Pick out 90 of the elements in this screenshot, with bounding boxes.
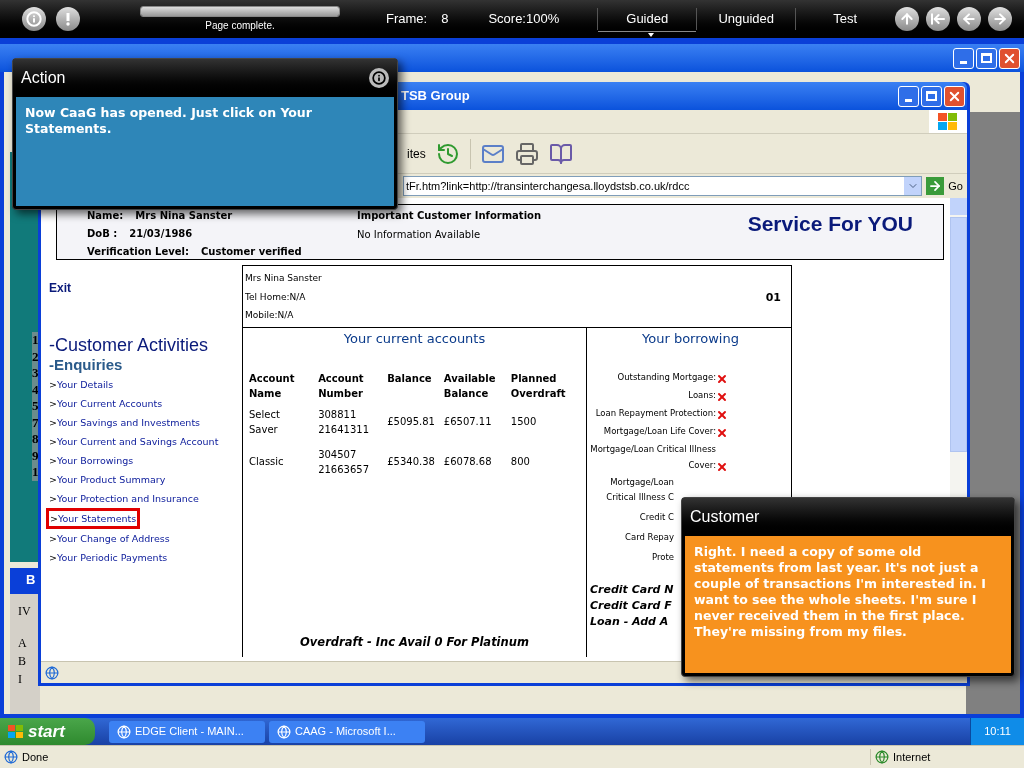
section-heading: -Customer Activities: [49, 335, 210, 355]
customer-code: 01: [765, 290, 781, 306]
row-number: 3: [32, 365, 40, 382]
column-header: Available Balance: [443, 371, 497, 401]
table-cell-text: £5095.81: [387, 415, 435, 429]
field-label: Name:: [87, 209, 124, 223]
customer-detail: Mobile:N/A: [245, 309, 295, 322]
favorites-label[interactable]: ites: [407, 144, 426, 163]
field-label: Verification Level:: [87, 245, 189, 259]
nav-link[interactable]: >Your Product Summary: [49, 470, 166, 489]
zone-text: Internet: [893, 749, 931, 765]
column-header: Balance: [387, 371, 433, 386]
borrowing-label: Loans:: [687, 388, 716, 402]
borrowing-label: Mortgage/Loan Critical Illness C: [605, 475, 674, 504]
borrowing-label: Credit C: [639, 510, 674, 524]
nav-link[interactable]: >Your Details: [49, 375, 114, 394]
nav-link[interactable]: >Your Statements: [46, 508, 141, 529]
product-label: Loan - Add A: [590, 613, 669, 630]
field-value: Mrs Nina Sanster: [135, 209, 233, 223]
mode-tab[interactable]: Unguided: [697, 6, 796, 32]
info-text: No Information Available: [357, 228, 482, 242]
borrowing-label: Mortgage/Loan Life Cover:: [602, 424, 716, 438]
nav-link[interactable]: >Your Change of Address: [49, 529, 170, 548]
popup-title: Customer: [690, 507, 760, 527]
sub-window-text: B: [18, 652, 27, 670]
table-cell-text: 1500: [510, 415, 537, 429]
section-title: Your borrowing: [641, 330, 740, 348]
exit-link[interactable]: Exit: [49, 279, 242, 297]
sub-window-title: B: [25, 571, 37, 589]
go-button[interactable]: Go: [948, 177, 963, 195]
nav-link[interactable]: >Your Borrowings: [49, 451, 134, 470]
nav-link[interactable]: >Your Savings and Investments: [49, 413, 201, 432]
taskbar-button[interactable]: CAAG - Microsoft I...: [269, 720, 425, 743]
borrowing-label: Loan Repayment Protection:: [594, 406, 716, 420]
borrowing-label: Prote: [651, 550, 674, 564]
table-cell-text: 800: [510, 455, 530, 469]
column-header: Planned Overdraft: [510, 371, 567, 401]
score-label: Score:100%: [488, 10, 560, 29]
table-cell-text: 308811 21641311: [318, 407, 371, 437]
table-cell-text: £6507.11: [443, 415, 492, 429]
nav-link[interactable]: >Your Current and Savings Account: [49, 432, 219, 451]
table-cell-text: £5340.38: [387, 455, 435, 469]
nav-link[interactable]: >Your Periodic Payments: [49, 548, 168, 567]
taskbar-button[interactable]: EDGE Client - MAIN...: [109, 720, 265, 743]
frame-label: Frame:: [386, 10, 428, 29]
window-title: TSB Group: [401, 87, 470, 106]
popup-title: Action: [21, 68, 66, 88]
row-number: 1: [32, 464, 40, 481]
column-header: Account Number: [318, 371, 365, 401]
overdraft-note: Overdraft - Inc Avail 0 For Platinum: [299, 633, 530, 651]
sub-window-text: A: [18, 634, 28, 652]
progress-label: Page complete.: [205, 18, 275, 33]
popup-message: Right. I need a copy of some old statements from last year. It's not just a couple of transactions I'm interested in. I want to see the whole sheets. I'm sure I never received them in the first place. They're missing from my files.: [694, 544, 987, 640]
sub-window-text: I: [18, 670, 23, 688]
product-label: Credit Card F: [590, 597, 672, 614]
field-label: DoB :: [87, 227, 118, 241]
borrowing-label: Outstanding Mortgage:: [616, 370, 716, 384]
borrowing-label: Mortgage/Loan Critical Illness Cover:: [590, 442, 716, 472]
row-number: 5: [32, 398, 40, 415]
mode-tab[interactable]: Test: [796, 6, 895, 32]
column-header: Account Name: [249, 371, 296, 401]
row-number: 8: [32, 431, 40, 448]
table-cell-text: Select Saver: [249, 407, 281, 437]
row-number: 1: [32, 332, 40, 349]
table-cell-text: £6078.68: [443, 455, 492, 469]
customer-detail: Mrs Nina Sanster: [245, 272, 322, 285]
row-number: 2: [32, 348, 40, 365]
slogan: Service For YOU: [747, 211, 913, 237]
field-value: Customer verified: [201, 245, 302, 259]
row-number: 4: [32, 381, 40, 398]
status-text: Done: [22, 749, 49, 765]
table-cell-text: Classic: [249, 455, 285, 469]
info-title: Important Customer Information: [357, 209, 542, 223]
product-label: Credit Card N: [590, 581, 674, 598]
start-button[interactable]: start: [0, 718, 95, 745]
clock: 10:11: [984, 724, 1011, 740]
frame-number: 8: [441, 10, 449, 29]
sub-window-text: IV: [18, 602, 32, 620]
borrowing-label: Card Repay: [625, 530, 674, 544]
nav-link[interactable]: >Your Current Accounts: [49, 394, 163, 413]
nav-link[interactable]: >Your Protection and Insurance: [49, 489, 199, 508]
row-number: 7: [32, 414, 40, 431]
field-value: 21/03/1986: [129, 227, 193, 241]
row-number: 9: [32, 447, 40, 464]
table-cell-text: 304507 21663657: [318, 447, 371, 477]
subsection-heading: -Enquiries: [49, 355, 124, 375]
popup-message: Now CaaG has opened. Just click on Your Statements.: [25, 105, 313, 137]
customer-detail: Tel Home:N/A: [245, 290, 307, 304]
section-title: Your current accounts: [342, 330, 487, 348]
address-field[interactable]: tFr.htm?link=http://transinterchangesa.lloydstsb.co.uk/rdcc: [403, 176, 923, 196]
